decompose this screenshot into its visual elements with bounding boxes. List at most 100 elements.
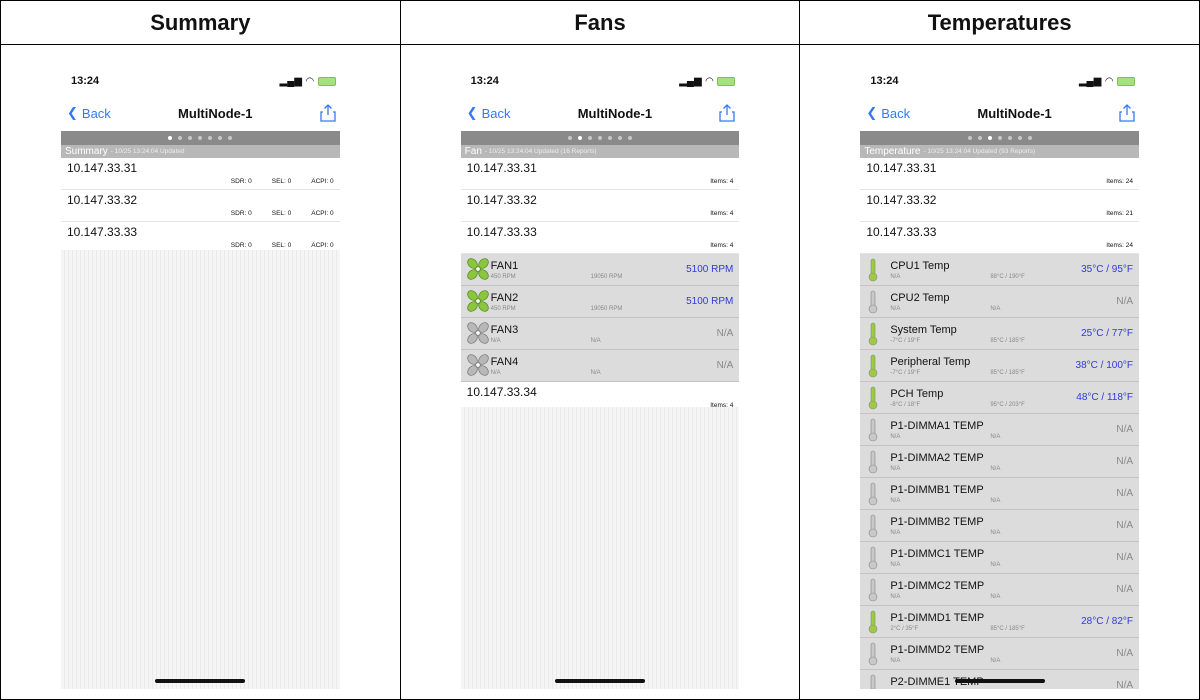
page-dot[interactable]	[598, 136, 602, 140]
page-indicator[interactable]	[61, 131, 340, 145]
share-icon[interactable]	[719, 104, 735, 122]
page-dot[interactable]	[228, 136, 233, 140]
section-title: Summary	[65, 146, 108, 157]
fan-row[interactable]: FAN1 450 RPM 19050 RPM 5100 RPM	[460, 254, 740, 286]
sensor-row[interactable]: CPU1 Temp N/A 88°C / 190°F 35°C / 95°F	[860, 254, 1140, 286]
page-dot[interactable]	[588, 136, 592, 140]
fan-row[interactable]: FAN3 N/A N/A N/A	[460, 318, 740, 350]
page-dot[interactable]	[1027, 136, 1032, 140]
status-bar: 13:24 ▂▄▆ ◠	[461, 67, 740, 95]
page-dot[interactable]	[977, 136, 982, 140]
node-list: 10.147.33.31 Items: 4 10.147.33.32 Items: 4…	[460, 158, 740, 254]
fan-name: FAN4	[490, 356, 519, 368]
fan-icon	[466, 322, 489, 344]
page-indicator[interactable]	[460, 131, 740, 145]
page-dot[interactable]	[997, 136, 1002, 140]
sensor-min: 2°C / 35°F	[890, 626, 919, 632]
sensor-row[interactable]: P1-DIMMD1 TEMP 2°C / 35°F 85°C / 185°F 28°C…	[860, 606, 1140, 638]
page-dot[interactable]	[178, 136, 183, 140]
fan-max: N/A	[590, 338, 601, 344]
node-items: Items: 4	[710, 242, 734, 249]
sensor-row[interactable]: P1-DIMMC1 TEMP N/A N/A N/A	[860, 542, 1140, 574]
fan-name: FAN3	[490, 324, 519, 336]
page-dot[interactable]	[568, 136, 572, 140]
fan-row[interactable]: FAN2 450 RPM 19050 RPM 5100 RPM	[460, 286, 740, 318]
sensor-row[interactable]: System Temp -7°C / 19°F 85°C / 185°F 25°C /…	[860, 318, 1140, 350]
sensor-value: 35°C / 95°F	[1081, 264, 1134, 275]
sdr-count: SDR: 0	[230, 178, 252, 185]
page-dot[interactable]	[987, 136, 992, 140]
page-dot[interactable]	[188, 136, 193, 140]
wifi-icon: ◠	[705, 75, 714, 87]
page-dot[interactable]	[208, 136, 213, 140]
back-button[interactable]: ❮ Back	[67, 105, 111, 121]
page-dot[interactable]	[578, 136, 582, 140]
signal-icon: ▂▄▆	[679, 75, 702, 87]
back-button[interactable]: ❮ Back	[467, 105, 511, 121]
fan-icon	[466, 258, 489, 280]
share-icon[interactable]	[1119, 104, 1135, 122]
sensor-value: N/A	[1116, 552, 1134, 563]
sensor-min: N/A	[890, 466, 901, 472]
node-items: Items: 4	[710, 178, 734, 185]
thermometer-icon	[869, 482, 878, 506]
node-ip: 10.147.33.32	[67, 193, 138, 207]
page-dot[interactable]	[1017, 136, 1022, 140]
sensor-row[interactable]: PCH Temp -8°C / 18°F 95°C / 203°F 48°C / 11…	[860, 382, 1140, 414]
sensor-value: 38°C / 100°F	[1075, 360, 1134, 371]
sensor-max: N/A	[990, 658, 1001, 664]
page-dot[interactable]	[628, 136, 632, 140]
sensor-row[interactable]: CPU2 Temp N/A N/A N/A	[860, 286, 1140, 318]
page-dot[interactable]	[168, 136, 173, 140]
section-header: Summary - 10/25 13:24:04 Updated	[61, 145, 340, 158]
node-ip: 10.147.33.32	[866, 193, 937, 207]
page-dot[interactable]	[967, 136, 972, 140]
node-ip: 10.147.33.34	[466, 385, 537, 399]
sensor-max: N/A	[990, 306, 1001, 312]
node-row[interactable]: 10.147.33.31 Items: 4	[460, 158, 740, 190]
sensor-value: N/A	[1116, 488, 1134, 499]
fan-value: N/A	[716, 328, 734, 339]
share-icon[interactable]	[320, 104, 336, 122]
sensor-min: N/A	[890, 658, 901, 664]
thermometer-icon	[869, 418, 878, 442]
node-row[interactable]: 10.147.33.32 SDR: 0 SEL: 0 ACPI: 0	[61, 190, 340, 222]
page-dot[interactable]	[618, 136, 622, 140]
sensor-max: N/A	[990, 530, 1001, 536]
sensor-row[interactable]: P1-DIMMB2 TEMP N/A N/A N/A	[860, 510, 1140, 542]
page-dot[interactable]	[1007, 136, 1012, 140]
node-row[interactable]: 10.147.33.33 Items: 4	[460, 222, 740, 254]
fan-min: N/A	[490, 338, 501, 344]
thermometer-icon	[871, 674, 876, 689]
fan-row[interactable]: FAN4 N/A N/A N/A	[460, 350, 740, 382]
sensor-row[interactable]: P1-DIMMA2 TEMP N/A N/A N/A	[860, 446, 1140, 478]
node-row[interactable]: 10.147.33.31 SDR: 0 SEL: 0 ACPI: 0	[61, 158, 340, 190]
sensor-row[interactable]: P1-DIMMD2 TEMP N/A N/A N/A	[860, 638, 1140, 670]
fan-min: 450 RPM	[490, 306, 516, 312]
sensor-row[interactable]: Peripheral Temp -7°C / 19°F 85°C / 185°F 38…	[860, 350, 1140, 382]
node-row[interactable]: 10.147.33.32 Items: 4	[460, 190, 740, 222]
page-indicator[interactable]	[860, 131, 1140, 145]
thermometer-icon	[869, 610, 878, 634]
sensor-name: P1-DIMMA2 TEMP	[890, 452, 984, 464]
node-row[interactable]: 10.147.33.33 Items: 24	[860, 222, 1140, 254]
sensor-row[interactable]: P1-DIMMA1 TEMP N/A N/A N/A	[860, 414, 1140, 446]
sensor-name: PCH Temp	[890, 388, 944, 400]
sensor-value: N/A	[1116, 680, 1134, 689]
page-dot[interactable]	[198, 136, 203, 140]
sensor-row[interactable]: P1-DIMMB1 TEMP N/A N/A N/A	[860, 478, 1140, 510]
battery-icon	[717, 76, 736, 86]
summary-column: Summary 13:24 ▂▄▆ ◠ ❮ Back MultiNode-1 Su…	[1, 1, 401, 699]
nav-bar: ❮ Back MultiNode-1	[461, 95, 740, 131]
back-button[interactable]: ❮ Back	[866, 105, 910, 121]
section-header: Temperature - 10/25 13:24:04 Updated (93…	[860, 145, 1140, 158]
section-title: Temperature	[864, 146, 921, 157]
page-dot[interactable]	[608, 136, 612, 140]
node-items: Items: 21	[1106, 210, 1134, 217]
page-dot[interactable]	[218, 136, 223, 140]
sensor-row[interactable]: P1-DIMMC2 TEMP N/A N/A N/A	[860, 574, 1140, 606]
node-ip: 10.147.33.33	[866, 225, 937, 239]
node-row[interactable]: 10.147.33.31 Items: 24	[860, 158, 1140, 190]
node-row[interactable]: 10.147.33.32 Items: 21	[860, 190, 1140, 222]
node-stats: SDR: 0 SEL: 0 ACPI: 0	[231, 242, 334, 249]
